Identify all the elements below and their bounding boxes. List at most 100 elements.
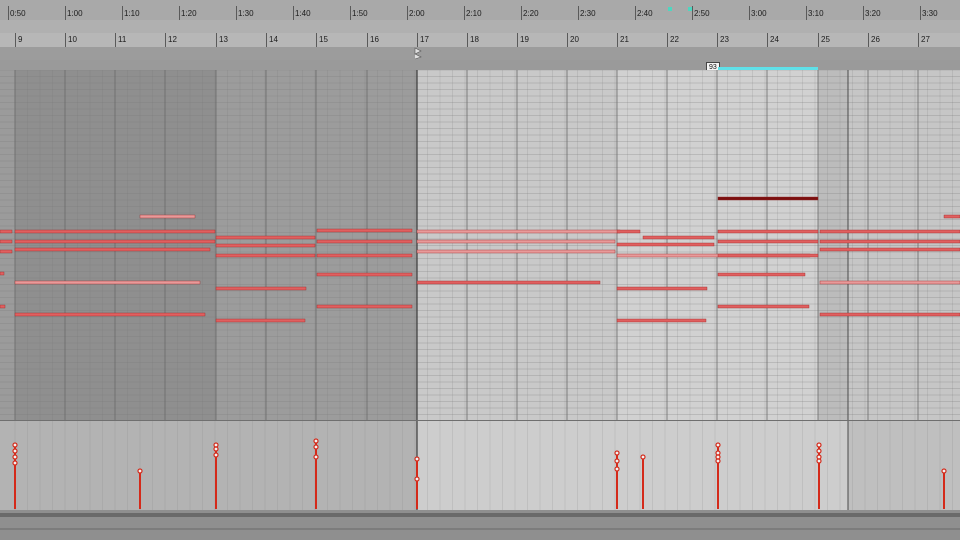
- velocity-handle[interactable]: [715, 442, 721, 448]
- midi-note[interactable]: [819, 247, 960, 252]
- time-tick: [236, 6, 237, 20]
- midi-note[interactable]: [316, 228, 413, 233]
- midi-note[interactable]: [139, 214, 196, 219]
- midi-note[interactable]: [819, 229, 960, 234]
- midi-note[interactable]: [819, 312, 960, 317]
- velocity-handle[interactable]: [213, 452, 219, 458]
- bar-ruler[interactable]: 9 10 11 12 13 14 15 16 17 18 19 20 21 22 23 24 25 26 27: [0, 33, 960, 47]
- velocity-bg: [0, 421, 417, 511]
- velocity-canvas[interactable]: [0, 421, 960, 511]
- midi-note[interactable]: [0, 229, 13, 234]
- velocity-handle[interactable]: [12, 448, 18, 454]
- scrollbar-track[interactable]: [0, 513, 960, 517]
- time-label: 2:00: [409, 9, 425, 18]
- grid-region: [818, 70, 848, 420]
- velocity-lane[interactable]: [0, 420, 960, 511]
- midi-note[interactable]: [416, 249, 616, 254]
- midi-note[interactable]: [616, 242, 715, 247]
- velocity-handle[interactable]: [313, 438, 319, 444]
- midi-note[interactable]: [717, 239, 819, 244]
- bar-tick: [868, 33, 869, 47]
- velocity-handle[interactable]: [414, 476, 420, 482]
- bar-tick: [165, 33, 166, 47]
- midi-note[interactable]: [316, 272, 413, 277]
- time-tick: [749, 6, 750, 20]
- midi-note[interactable]: [14, 239, 216, 244]
- velocity-handle[interactable]: [213, 442, 219, 448]
- midi-note[interactable]: [215, 243, 316, 248]
- midi-note[interactable]: [616, 229, 641, 234]
- bottom-scrollbar[interactable]: [0, 510, 960, 540]
- velocity-handle[interactable]: [12, 460, 18, 466]
- velocity-handle[interactable]: [313, 444, 319, 450]
- velocity-handle[interactable]: [941, 468, 947, 474]
- bar-number: 14: [269, 35, 278, 44]
- bar-tick: [617, 33, 618, 47]
- midi-note[interactable]: [14, 229, 216, 234]
- velocity-handle[interactable]: [614, 466, 620, 472]
- loop-start-marker-icon[interactable]: [414, 47, 424, 60]
- loop-bar[interactable]: [0, 47, 960, 60]
- midi-note[interactable]: [616, 286, 708, 291]
- midi-note[interactable]: [416, 229, 621, 234]
- midi-note[interactable]: [416, 280, 601, 285]
- midi-note[interactable]: [0, 271, 5, 276]
- midi-note[interactable]: [0, 249, 13, 254]
- midi-note[interactable]: [215, 286, 307, 291]
- midi-note[interactable]: [0, 304, 6, 309]
- midi-note[interactable]: [616, 318, 707, 323]
- playhead-marker-icon[interactable]: [668, 7, 672, 11]
- velocity-handle[interactable]: [12, 454, 18, 460]
- midi-note[interactable]: [717, 196, 819, 201]
- midi-note[interactable]: [642, 235, 715, 240]
- midi-note[interactable]: [717, 253, 819, 258]
- grid-canvas[interactable]: [0, 70, 960, 420]
- midi-note[interactable]: [717, 304, 810, 309]
- velocity-handle[interactable]: [816, 454, 822, 460]
- velocity-handle[interactable]: [12, 442, 18, 448]
- midi-note[interactable]: [717, 229, 819, 234]
- midi-note[interactable]: [215, 253, 316, 258]
- midi-note[interactable]: [316, 253, 413, 258]
- velocity-handle[interactable]: [816, 448, 822, 454]
- midi-note[interactable]: [0, 239, 13, 244]
- velocity-handle[interactable]: [614, 450, 620, 456]
- midi-note[interactable]: [316, 304, 413, 309]
- velocity-handle[interactable]: [640, 454, 646, 460]
- time-tick: [293, 6, 294, 20]
- midi-note[interactable]: [14, 280, 201, 285]
- time-label: 1:50: [352, 9, 368, 18]
- midi-note[interactable]: [14, 247, 211, 252]
- bar-tick: [667, 33, 668, 47]
- grid-region: [15, 70, 216, 420]
- time-tick: [806, 6, 807, 20]
- velocity-handle[interactable]: [715, 454, 721, 460]
- midi-note[interactable]: [943, 214, 960, 219]
- midi-note[interactable]: [215, 235, 316, 240]
- midi-note[interactable]: [416, 239, 616, 244]
- time-tick: [635, 6, 636, 20]
- playhead-marker-icon[interactable]: [688, 7, 692, 11]
- midi-note[interactable]: [316, 239, 413, 244]
- velocity-handle[interactable]: [313, 454, 319, 460]
- piano-roll-note-grid[interactable]: [0, 70, 960, 420]
- bar-tick: [65, 33, 66, 47]
- scrub-area[interactable]: [0, 20, 960, 33]
- midi-note[interactable]: [819, 239, 960, 244]
- time-ruler[interactable]: 0:50 1:00 1:10 1:20 1:30 1:40 1:50 2:00 2:10 2:20…: [0, 0, 960, 21]
- midi-note[interactable]: [14, 312, 206, 317]
- midi-note[interactable]: [819, 280, 960, 285]
- velocity-handle[interactable]: [715, 458, 721, 464]
- velocity-handle[interactable]: [816, 442, 822, 448]
- midi-note[interactable]: [215, 318, 306, 323]
- velocity-handle[interactable]: [414, 456, 420, 462]
- velocity-handle[interactable]: [614, 458, 620, 464]
- midi-note[interactable]: [717, 272, 806, 277]
- velocity-handle[interactable]: [816, 458, 822, 464]
- velocity-handle[interactable]: [715, 450, 721, 456]
- time-label: 2:50: [694, 9, 710, 18]
- time-label: 1:30: [238, 9, 254, 18]
- time-label: 1:10: [124, 9, 140, 18]
- velocity-handle[interactable]: [213, 446, 219, 452]
- velocity-handle[interactable]: [137, 468, 143, 474]
